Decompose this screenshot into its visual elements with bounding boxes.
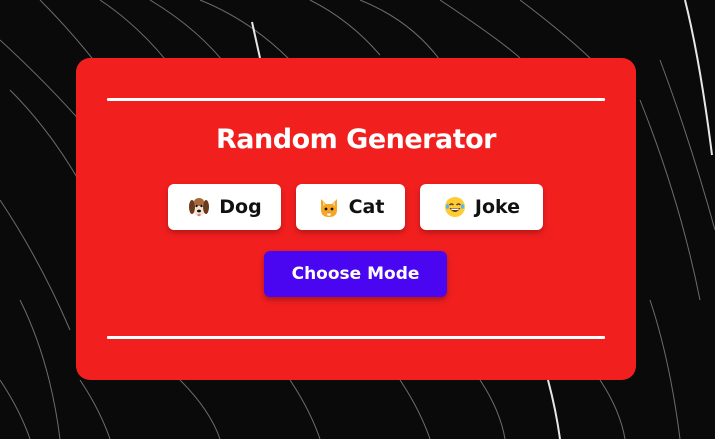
generator-card: Random Generator Dog Cat Joke Choose Mod… xyxy=(76,58,636,380)
dog-button[interactable]: Dog xyxy=(168,184,281,230)
dog-button-label: Dog xyxy=(219,196,262,218)
dog-face-icon xyxy=(187,195,211,219)
laughing-face-icon xyxy=(443,195,467,219)
cat-button-label: Cat xyxy=(348,196,385,218)
top-divider xyxy=(107,98,605,101)
choose-mode-button[interactable]: Choose Mode xyxy=(264,251,447,297)
page-title: Random Generator xyxy=(216,124,496,155)
joke-button[interactable]: Joke xyxy=(420,184,543,230)
cat-button[interactable]: Cat xyxy=(296,184,405,230)
cat-face-icon xyxy=(317,195,341,219)
joke-button-label: Joke xyxy=(474,196,521,218)
bottom-divider xyxy=(107,336,605,339)
